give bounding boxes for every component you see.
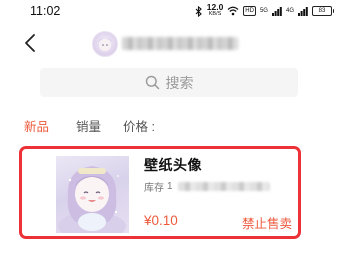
- product-price: ¥0.10: [144, 213, 178, 228]
- page-header: [0, 26, 354, 60]
- search-icon: [145, 75, 159, 90]
- search-input[interactable]: 搜索: [40, 68, 298, 97]
- bluetooth-icon: [195, 5, 202, 17]
- stock-row: 库存 1: [144, 179, 270, 194]
- stock-detail-redacted: [177, 182, 270, 191]
- signal-5g-label: 5G: [259, 8, 268, 14]
- stock-value: 1: [167, 181, 173, 192]
- back-button[interactable]: [22, 32, 40, 54]
- signal-bars-icon: [271, 6, 282, 16]
- wifi-icon: [227, 6, 239, 16]
- status-icons: 12.0 KB/S HD 5G 4G 83: [195, 2, 334, 19]
- tab-new[interactable]: 新品: [24, 116, 49, 135]
- status-bar: 11:02 12.0 KB/S HD 5G 4G 83: [0, 0, 354, 24]
- product-image: [56, 156, 129, 233]
- hd-badge: HD: [243, 6, 256, 16]
- store-name-redacted: [122, 37, 238, 50]
- tab-sales[interactable]: 销量: [76, 116, 101, 135]
- network-speed: 12.0 KB/S: [206, 2, 224, 17]
- chevron-left-icon: [25, 34, 35, 52]
- stop-sale-button[interactable]: 禁止售卖: [242, 213, 292, 232]
- filter-tabs: 新品 销量 价格 :: [0, 116, 354, 136]
- stock-label: 库存: [144, 183, 164, 194]
- product-card[interactable]: 壁纸头像 库存 1 ¥0.10 禁止售卖: [19, 146, 301, 239]
- tab-price[interactable]: 价格 :: [123, 116, 155, 135]
- signal-bars-icon-2: [298, 6, 308, 16]
- search-placeholder: 搜索: [165, 74, 194, 91]
- status-time: 11:02: [30, 4, 61, 18]
- battery-icon: 83: [312, 6, 334, 16]
- product-title: 壁纸头像: [144, 157, 202, 173]
- store-avatar: [92, 31, 118, 57]
- signal-4g-label: 4G: [285, 8, 294, 14]
